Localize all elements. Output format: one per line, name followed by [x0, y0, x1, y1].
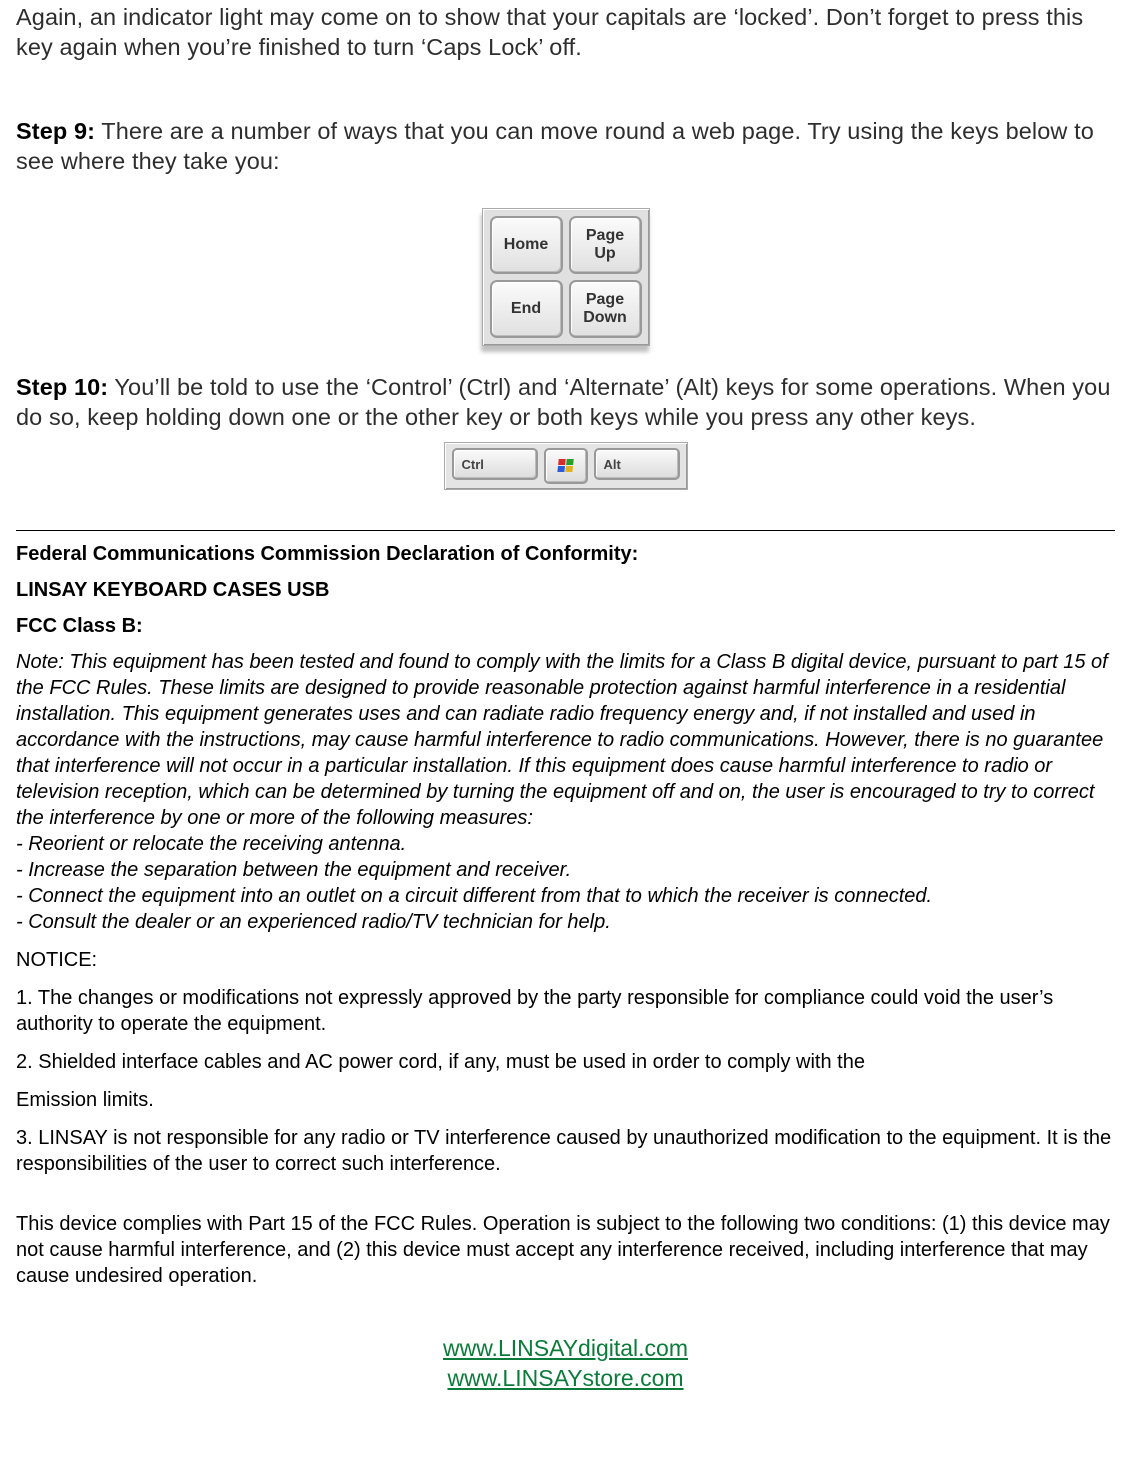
modifier-keys-figure: Ctrl Alt	[444, 442, 688, 490]
intro-paragraph: Again, an indicator light may come on to…	[16, 2, 1115, 62]
link-linsaydigital[interactable]: www.LINSAYdigital.com	[443, 1335, 688, 1361]
fcc-title: Federal Communications Commission Declar…	[16, 541, 1115, 567]
fcc-note-body: Note: This equipment has been tested and…	[16, 649, 1115, 831]
fcc-measure-4: - Consult the dealer or an experienced r…	[16, 909, 1115, 935]
keypad: Home Page Up End Page Down	[482, 208, 650, 346]
alt-key: Alt	[594, 448, 680, 480]
fcc-notice-2: 2. Shielded interface cables and AC powe…	[16, 1049, 1115, 1075]
fcc-measure-1: - Reorient or relocate the receiving ant…	[16, 831, 1115, 857]
fcc-product: LINSAY KEYBOARD CASES USB	[16, 577, 1115, 603]
windows-key	[544, 448, 588, 484]
windows-icon	[557, 459, 574, 473]
home-key: Home	[490, 216, 563, 274]
fcc-measure-3: - Connect the equipment into an outlet o…	[16, 883, 1115, 909]
page-up-key: Page Up	[569, 216, 642, 274]
step-10-label: Step 10:	[16, 374, 108, 400]
fcc-notice-3: 3. LINSAY is not responsible for any rad…	[16, 1125, 1115, 1177]
navigation-keys-figure: Home Page Up End Page Down	[16, 208, 1115, 346]
fcc-classb: FCC Class B:	[16, 613, 1115, 639]
step-10-text: You’ll be told to use the ‘Control’ (Ctr…	[16, 374, 1111, 430]
end-key: End	[490, 280, 563, 338]
fcc-section: Federal Communications Commission Declar…	[16, 541, 1115, 1289]
ctrl-key: Ctrl	[452, 448, 538, 480]
step-9-text: There are a number of ways that you can …	[16, 118, 1094, 174]
link-linsaystore[interactable]: www.LINSAYstore.com	[447, 1365, 683, 1391]
footer-links: www.LINSAYdigital.com www.LINSAYstore.co…	[16, 1333, 1115, 1393]
fcc-measure-2: - Increase the separation between the eq…	[16, 857, 1115, 883]
step-9: Step 9: There are a number of ways that …	[16, 116, 1115, 176]
step-9-label: Step 9:	[16, 118, 95, 144]
fcc-notice-label: NOTICE:	[16, 947, 1115, 973]
fcc-compliance: This device complies with Part 15 of the…	[16, 1211, 1115, 1289]
fcc-notice-1: 1. The changes or modifications not expr…	[16, 985, 1115, 1037]
fcc-notice-2b: Emission limits.	[16, 1087, 1115, 1113]
divider	[16, 530, 1115, 531]
page-down-key: Page Down	[569, 280, 642, 338]
step-10: Step 10: You’ll be told to use the ‘Cont…	[16, 372, 1115, 432]
